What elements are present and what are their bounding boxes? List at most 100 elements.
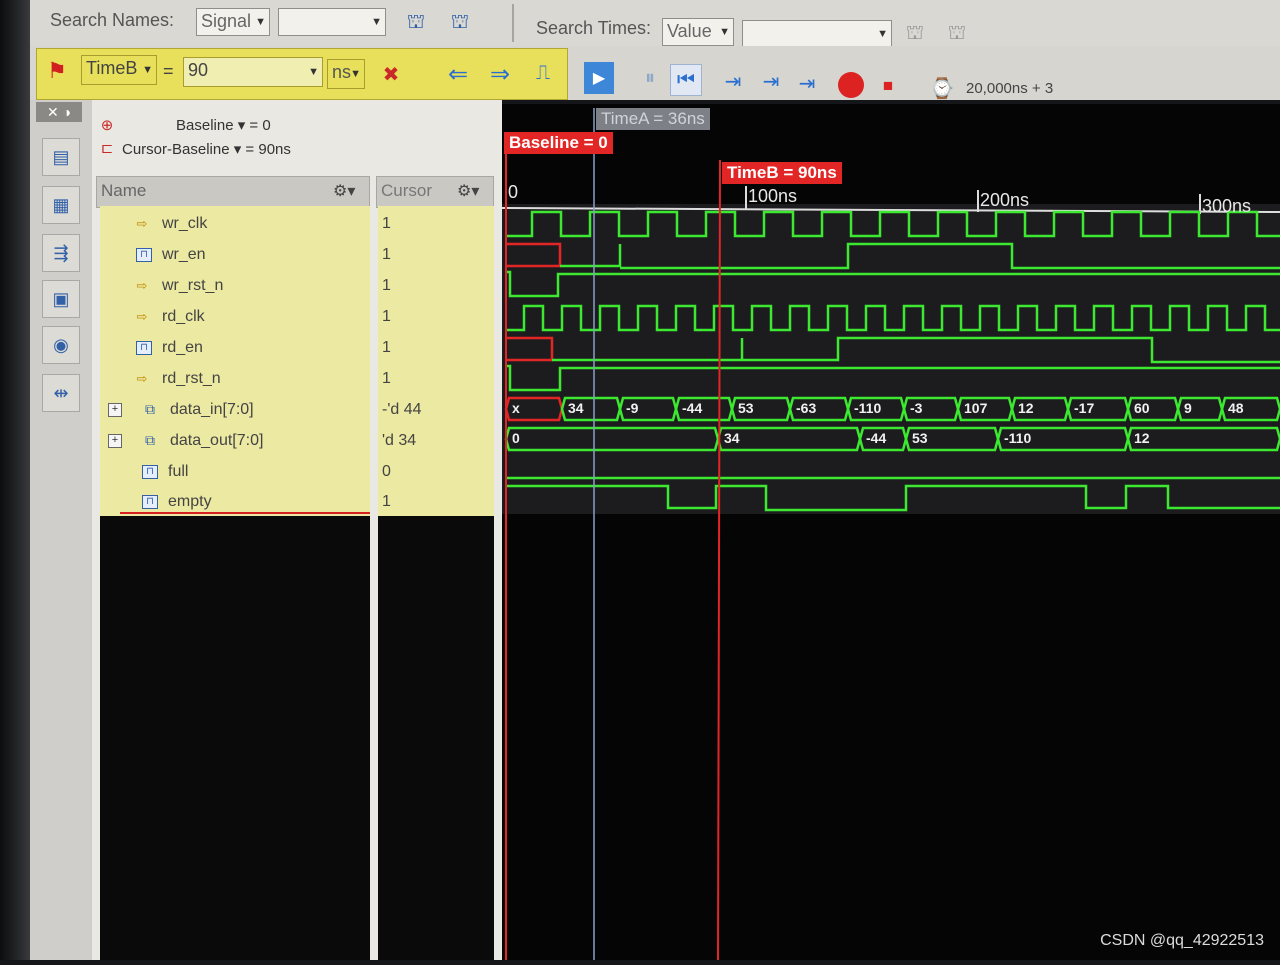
marker-time-value: 90: [188, 60, 209, 80]
signal-name: wr_rst_n: [162, 276, 224, 294]
side-toolbar: ✕ ◑ ▤ ▦ ⇶ ▣ ◉ ⇹: [30, 100, 92, 960]
bus-value-label: 48: [1228, 400, 1244, 416]
signal-name: rd_clk: [162, 307, 205, 325]
cursor-header-label: Cursor: [381, 181, 433, 200]
signal-list-icon[interactable]: ▤: [42, 138, 80, 176]
timeB-marker-flag[interactable]: TimeB = 90ns: [722, 162, 842, 184]
find-previous-icon[interactable]: ⛫: [400, 8, 432, 38]
baseline-icon: ⊕: [100, 117, 114, 134]
bus-value-label: x: [512, 400, 520, 416]
search-times-mode-value: Value: [667, 21, 712, 41]
signal-row-rd-clk[interactable]: ⇨ rd_clk: [132, 301, 205, 332]
search-names-input[interactable]: ▼: [278, 8, 386, 36]
signal-row-wr-rst-n[interactable]: ⇨ wr_rst_n: [132, 270, 224, 301]
cursor-value: 1: [382, 338, 391, 356]
wire-signal-icon: ⊓: [142, 494, 158, 509]
bus-value-label: -9: [626, 400, 639, 416]
record-icon[interactable]: [838, 72, 864, 98]
group-icon[interactable]: ◉: [42, 326, 80, 364]
selection-underline: [120, 512, 370, 514]
signal-row-data-out[interactable]: + ⧉ data_out[7:0]: [108, 425, 263, 456]
bus-value-label: -110: [854, 400, 882, 416]
cursor-list-empty-area: [378, 516, 494, 960]
bus-value-label: 12: [1134, 430, 1150, 446]
expand-icon[interactable]: +: [108, 402, 122, 417]
baseline-value: = 0: [249, 117, 271, 134]
close-panel-icon[interactable]: ✕ ◑: [36, 102, 82, 122]
bus-value-label: 0: [512, 430, 520, 446]
cursor-column-header[interactable]: Cursor ⚙▾: [376, 176, 494, 208]
marker-select[interactable]: TimeB ▼: [81, 55, 157, 85]
name-settings-gear-icon[interactable]: ⚙▾: [333, 181, 355, 201]
find-time-next-icon[interactable]: ⛫: [940, 22, 974, 46]
signal-row-wr-clk[interactable]: ⇨ wr_clk: [132, 208, 208, 239]
signal-name-list: ⇨ wr_clk ⊓ wr_en ⇨ wr_rst_n ⇨ rd_clk ⊓ rd_en …: [100, 206, 370, 516]
expand-all-icon[interactable]: ⇹: [42, 374, 80, 412]
zoom-full-icon[interactable]: ⇥: [792, 66, 822, 100]
tick-label-300ns: 300ns: [1202, 196, 1252, 216]
bus-value-label: -44: [682, 400, 703, 416]
search-names-mode-select[interactable]: Signal ▼: [196, 8, 270, 36]
clock-signal-icon: ⇨: [136, 308, 148, 324]
signal-name: wr_en: [162, 245, 206, 263]
waveform-canvas: [501, 108, 1280, 961]
bus-value-label: -110: [1004, 430, 1032, 446]
find-next-icon[interactable]: ⛫: [444, 8, 476, 38]
cursor-baseline-value: = 90ns: [245, 141, 291, 158]
stop-record-icon[interactable]: ⏹: [872, 72, 904, 100]
tick-label-200ns: 200ns: [980, 190, 1030, 210]
signal-name: empty: [168, 492, 212, 510]
unit-value: ns: [332, 62, 352, 82]
rewind-icon[interactable]: ⏮: [670, 64, 702, 96]
signal-name: full: [168, 462, 189, 480]
next-edge-icon[interactable]: ⇒: [481, 57, 519, 91]
source-icon[interactable]: ▣: [42, 280, 80, 318]
marker-delete-icon[interactable]: ✖: [371, 59, 411, 89]
marker-toolbar-group: ⚑ TimeB ▼ = 90 ▼ ns ▼ ✖ ⇐ ⇒ ⎍: [36, 48, 568, 100]
bus-signal-icon: ⧉: [145, 401, 155, 417]
bus-value-label: -3: [910, 400, 923, 416]
marker-time-input[interactable]: 90 ▼: [183, 57, 323, 87]
find-time-previous-icon[interactable]: ⛫: [898, 22, 932, 46]
search-times-mode-select[interactable]: Value ▼: [662, 18, 734, 46]
schematic-icon[interactable]: ⇶: [42, 234, 80, 272]
bus-value-label: -44: [866, 430, 887, 446]
unit-select[interactable]: ns ▼: [327, 59, 365, 89]
pause-icon[interactable]: ⏸: [636, 62, 664, 94]
signal-row-wr-en[interactable]: ⊓ wr_en: [136, 239, 206, 270]
bus-value-label: 53: [912, 430, 928, 446]
baseline-marker-flag[interactable]: Baseline = 0: [504, 132, 613, 154]
cursor-settings-gear-icon[interactable]: ⚙▾: [457, 181, 479, 201]
bus-value-label: -17: [1074, 400, 1095, 416]
baseline-label[interactable]: Baseline ▾ = 0: [176, 116, 271, 134]
play-icon[interactable]: ▶: [584, 62, 614, 94]
zoom-in-icon[interactable]: ⇥: [718, 64, 748, 98]
marker-flag-icon[interactable]: ⚑: [43, 53, 71, 89]
expand-icon[interactable]: +: [108, 433, 122, 448]
previous-edge-icon[interactable]: ⇐: [439, 57, 477, 91]
pulse-search-icon[interactable]: ⎍: [523, 55, 563, 91]
signal-row-full[interactable]: ⊓ full: [142, 456, 188, 487]
search-times-input[interactable]: ▼: [742, 20, 892, 48]
cursor-value: 1: [382, 307, 391, 325]
bus-value-label: 34: [568, 400, 584, 416]
hierarchy-icon[interactable]: ▦: [42, 186, 80, 224]
zoom-out-icon[interactable]: ⇥: [756, 64, 786, 98]
signal-row-rd-en[interactable]: ⊓ rd_en: [136, 332, 203, 363]
search-times-label: Search Times:: [536, 18, 652, 38]
search-names-label: Search Names:: [50, 10, 175, 30]
toolbar-divider: [512, 4, 514, 42]
signal-row-data-in[interactable]: + ⧉ data_in[7:0]: [108, 394, 254, 425]
bus-value-label: 12: [1018, 400, 1034, 416]
waveform-view[interactable]: TimeA = 36ns Baseline = 0 TimeB = 90ns 0…: [501, 104, 1280, 961]
name-list-empty-area: [100, 516, 370, 960]
bus-value-label: 34: [724, 430, 740, 446]
marker-equals: =: [163, 61, 174, 81]
cursor-value-list: 1 1 1 1 1 1 -'d 44 'd 34 0 1: [378, 206, 494, 516]
signal-name: data_in[7:0]: [170, 400, 254, 418]
timeA-marker-flag[interactable]: TimeA = 36ns: [596, 108, 710, 130]
cursor-baseline-label[interactable]: Cursor-Baseline ▾ = 90ns: [122, 140, 291, 158]
name-column-header[interactable]: Name ⚙▾: [96, 176, 370, 208]
signal-row-rd-rst-n[interactable]: ⇨ rd_rst_n: [132, 363, 221, 394]
clock-signal-icon: ⇨: [136, 215, 148, 231]
